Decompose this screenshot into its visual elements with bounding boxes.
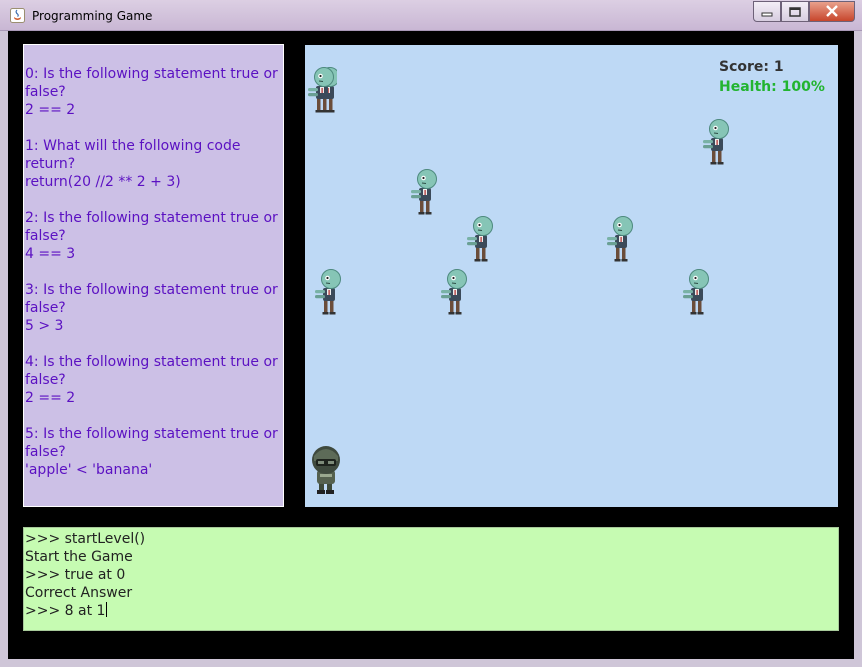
maximize-button[interactable] <box>781 1 809 22</box>
console-output: >>> startLevel() Start the Game >>> true a… <box>25 530 838 602</box>
question-item: 4: Is the following statement true or fa… <box>25 353 283 407</box>
question-prompt: 2: Is the following statement true or fa… <box>25 210 283 244</box>
zombie-icon <box>702 117 732 165</box>
question-item: 3: Is the following statement true or fa… <box>25 281 283 335</box>
game-area[interactable]: Score: 1 Health: 100% <box>305 45 838 507</box>
window-title: Programming Game <box>32 9 153 23</box>
close-icon <box>825 2 839 21</box>
question-code: 5 > 3 <box>25 318 64 334</box>
zombie-icon <box>606 214 636 262</box>
question-item: 0: Is the following statement true or fa… <box>25 65 283 119</box>
console-input-line[interactable]: >>> 8 at 1 <box>25 602 838 620</box>
minimize-button[interactable] <box>753 1 781 22</box>
console-input[interactable]: >>> 8 at 1 <box>25 603 105 619</box>
question-code: 2 == 2 <box>25 102 76 118</box>
question-code: 4 == 3 <box>25 246 76 262</box>
question-prompt: 1: What will the following code return? <box>25 138 245 172</box>
question-prompt: 0: Is the following statement true or fa… <box>25 66 283 100</box>
question-item: 5: Is the following statement true or fa… <box>25 425 283 479</box>
window-controls <box>753 1 855 22</box>
question-prompt: 4: Is the following statement true or fa… <box>25 354 283 388</box>
health-label: Health: 100% <box>719 79 825 95</box>
console-line: >>> startLevel() <box>25 531 146 547</box>
question-code: return(20 //2 ** 2 + 3) <box>25 174 181 190</box>
console[interactable]: >>> startLevel() Start the Game >>> true a… <box>23 527 839 631</box>
console-line: Correct Answer <box>25 585 133 601</box>
title-bar: Programming Game <box>0 0 862 31</box>
zombie-icon <box>440 267 470 315</box>
zombie-icon <box>682 267 712 315</box>
question-code: 2 == 2 <box>25 390 76 406</box>
zombie-icon <box>410 167 440 215</box>
question-item: 1: What will the following code return? r… <box>25 137 283 191</box>
question-prompt: 3: Is the following statement true or fa… <box>25 282 283 316</box>
question-panel: 0: Is the following statement true or fa… <box>23 44 284 507</box>
minimize-icon <box>761 2 773 21</box>
soldier-icon <box>312 446 340 494</box>
question-item: 2: Is the following statement true or fa… <box>25 209 283 263</box>
zombie-icon <box>466 214 496 262</box>
question-prompt: 5: Is the following statement true or fa… <box>25 426 283 460</box>
maximize-icon <box>789 2 801 21</box>
zombie-icon <box>314 267 344 315</box>
close-button[interactable] <box>809 1 855 22</box>
question-code: 'apple' < 'banana' <box>25 462 153 478</box>
java-app-icon <box>10 8 25 23</box>
console-line: Start the Game <box>25 549 133 565</box>
text-cursor <box>106 602 108 617</box>
zombie-icon <box>307 65 337 113</box>
score-label: Score: 1 <box>719 59 784 75</box>
console-line: >>> true at 0 <box>25 567 126 583</box>
